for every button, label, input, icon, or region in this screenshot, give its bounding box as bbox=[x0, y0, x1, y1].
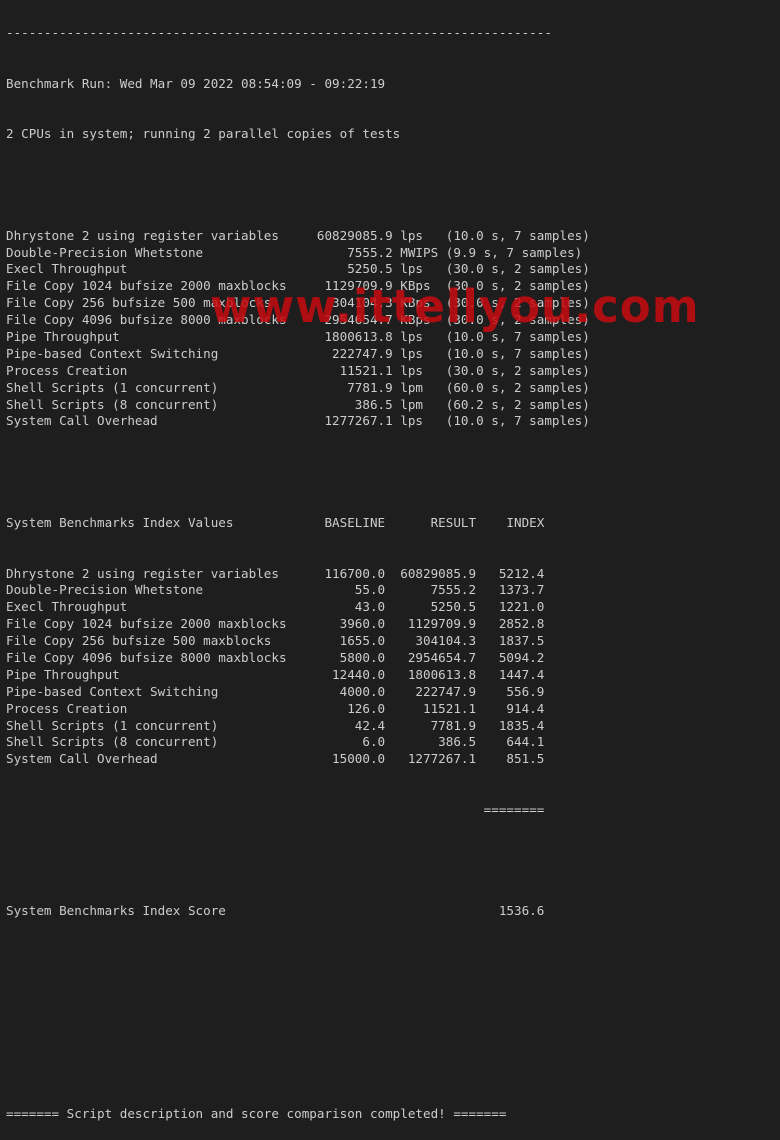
result-row: File Copy 4096 bufsize 8000 maxblocks 29… bbox=[6, 312, 590, 328]
index-row: Execl Throughput 43.0 5250.5 1221.0 bbox=[6, 599, 545, 615]
result-row: Double-Precision Whetstone 7555.2 MWIPS … bbox=[6, 244, 583, 260]
result-row: Dhrystone 2 using register variables 608… bbox=[6, 227, 590, 243]
index-row: File Copy 4096 bufsize 8000 maxblocks 58… bbox=[6, 649, 545, 665]
index-row: File Copy 256 bufsize 500 maxblocks 1655… bbox=[6, 633, 545, 649]
index-header-line: System Benchmarks Index Values BASELINE … bbox=[6, 514, 545, 530]
result-row: File Copy 1024 bufsize 2000 maxblocks 11… bbox=[6, 278, 590, 294]
result-row: Shell Scripts (1 concurrent) 7781.9 lpm … bbox=[6, 379, 590, 395]
benchmark-run-line: Benchmark Run: Wed Mar 09 2022 08:54:09 … bbox=[6, 75, 386, 91]
index-row: Process Creation 126.0 11521.1 914.4 bbox=[6, 700, 545, 716]
result-row: Shell Scripts (8 concurrent) 386.5 lpm (… bbox=[6, 396, 590, 412]
result-row: Pipe-based Context Switching 222747.9 lp… bbox=[6, 345, 590, 361]
index-row: Double-Precision Whetstone 55.0 7555.2 1… bbox=[6, 582, 545, 598]
index-values-section: Dhrystone 2 using register variables 116… bbox=[6, 566, 590, 769]
result-row: Pipe Throughput 1800613.8 lps (10.0 s, 7… bbox=[6, 328, 590, 344]
terminal-output: ----------------------------------------… bbox=[6, 0, 590, 1140]
result-row: Process Creation 11521.1 lps (30.0 s, 2 … bbox=[6, 362, 590, 378]
index-row: Dhrystone 2 using register variables 116… bbox=[6, 565, 545, 581]
separator-line: ----------------------------------------… bbox=[6, 24, 552, 40]
completion-line: ======= Script description and score com… bbox=[6, 1106, 507, 1122]
index-row: System Call Overhead 15000.0 1277267.1 8… bbox=[6, 751, 545, 767]
index-row: Shell Scripts (1 concurrent) 42.4 7781.9… bbox=[6, 717, 545, 733]
result-row: System Call Overhead 1277267.1 lps (10.0… bbox=[6, 413, 590, 429]
results-section: Dhrystone 2 using register variables 608… bbox=[6, 228, 590, 431]
index-row: Pipe-based Context Switching 4000.0 2227… bbox=[6, 683, 545, 699]
index-row: File Copy 1024 bufsize 2000 maxblocks 39… bbox=[6, 616, 545, 632]
result-row: File Copy 256 bufsize 500 maxblocks 3041… bbox=[6, 295, 590, 311]
result-row: Execl Throughput 5250.5 lps (30.0 s, 2 s… bbox=[6, 261, 590, 277]
index-score-line: System Benchmarks Index Score 1536.6 bbox=[6, 903, 545, 919]
index-row: Pipe Throughput 12440.0 1800613.8 1447.4 bbox=[6, 666, 545, 682]
index-row: Shell Scripts (8 concurrent) 6.0 386.5 6… bbox=[6, 734, 545, 750]
cpu-info-line: 2 CPUs in system; running 2 parallel cop… bbox=[6, 126, 401, 142]
score-rule-line: ======== bbox=[6, 802, 545, 818]
